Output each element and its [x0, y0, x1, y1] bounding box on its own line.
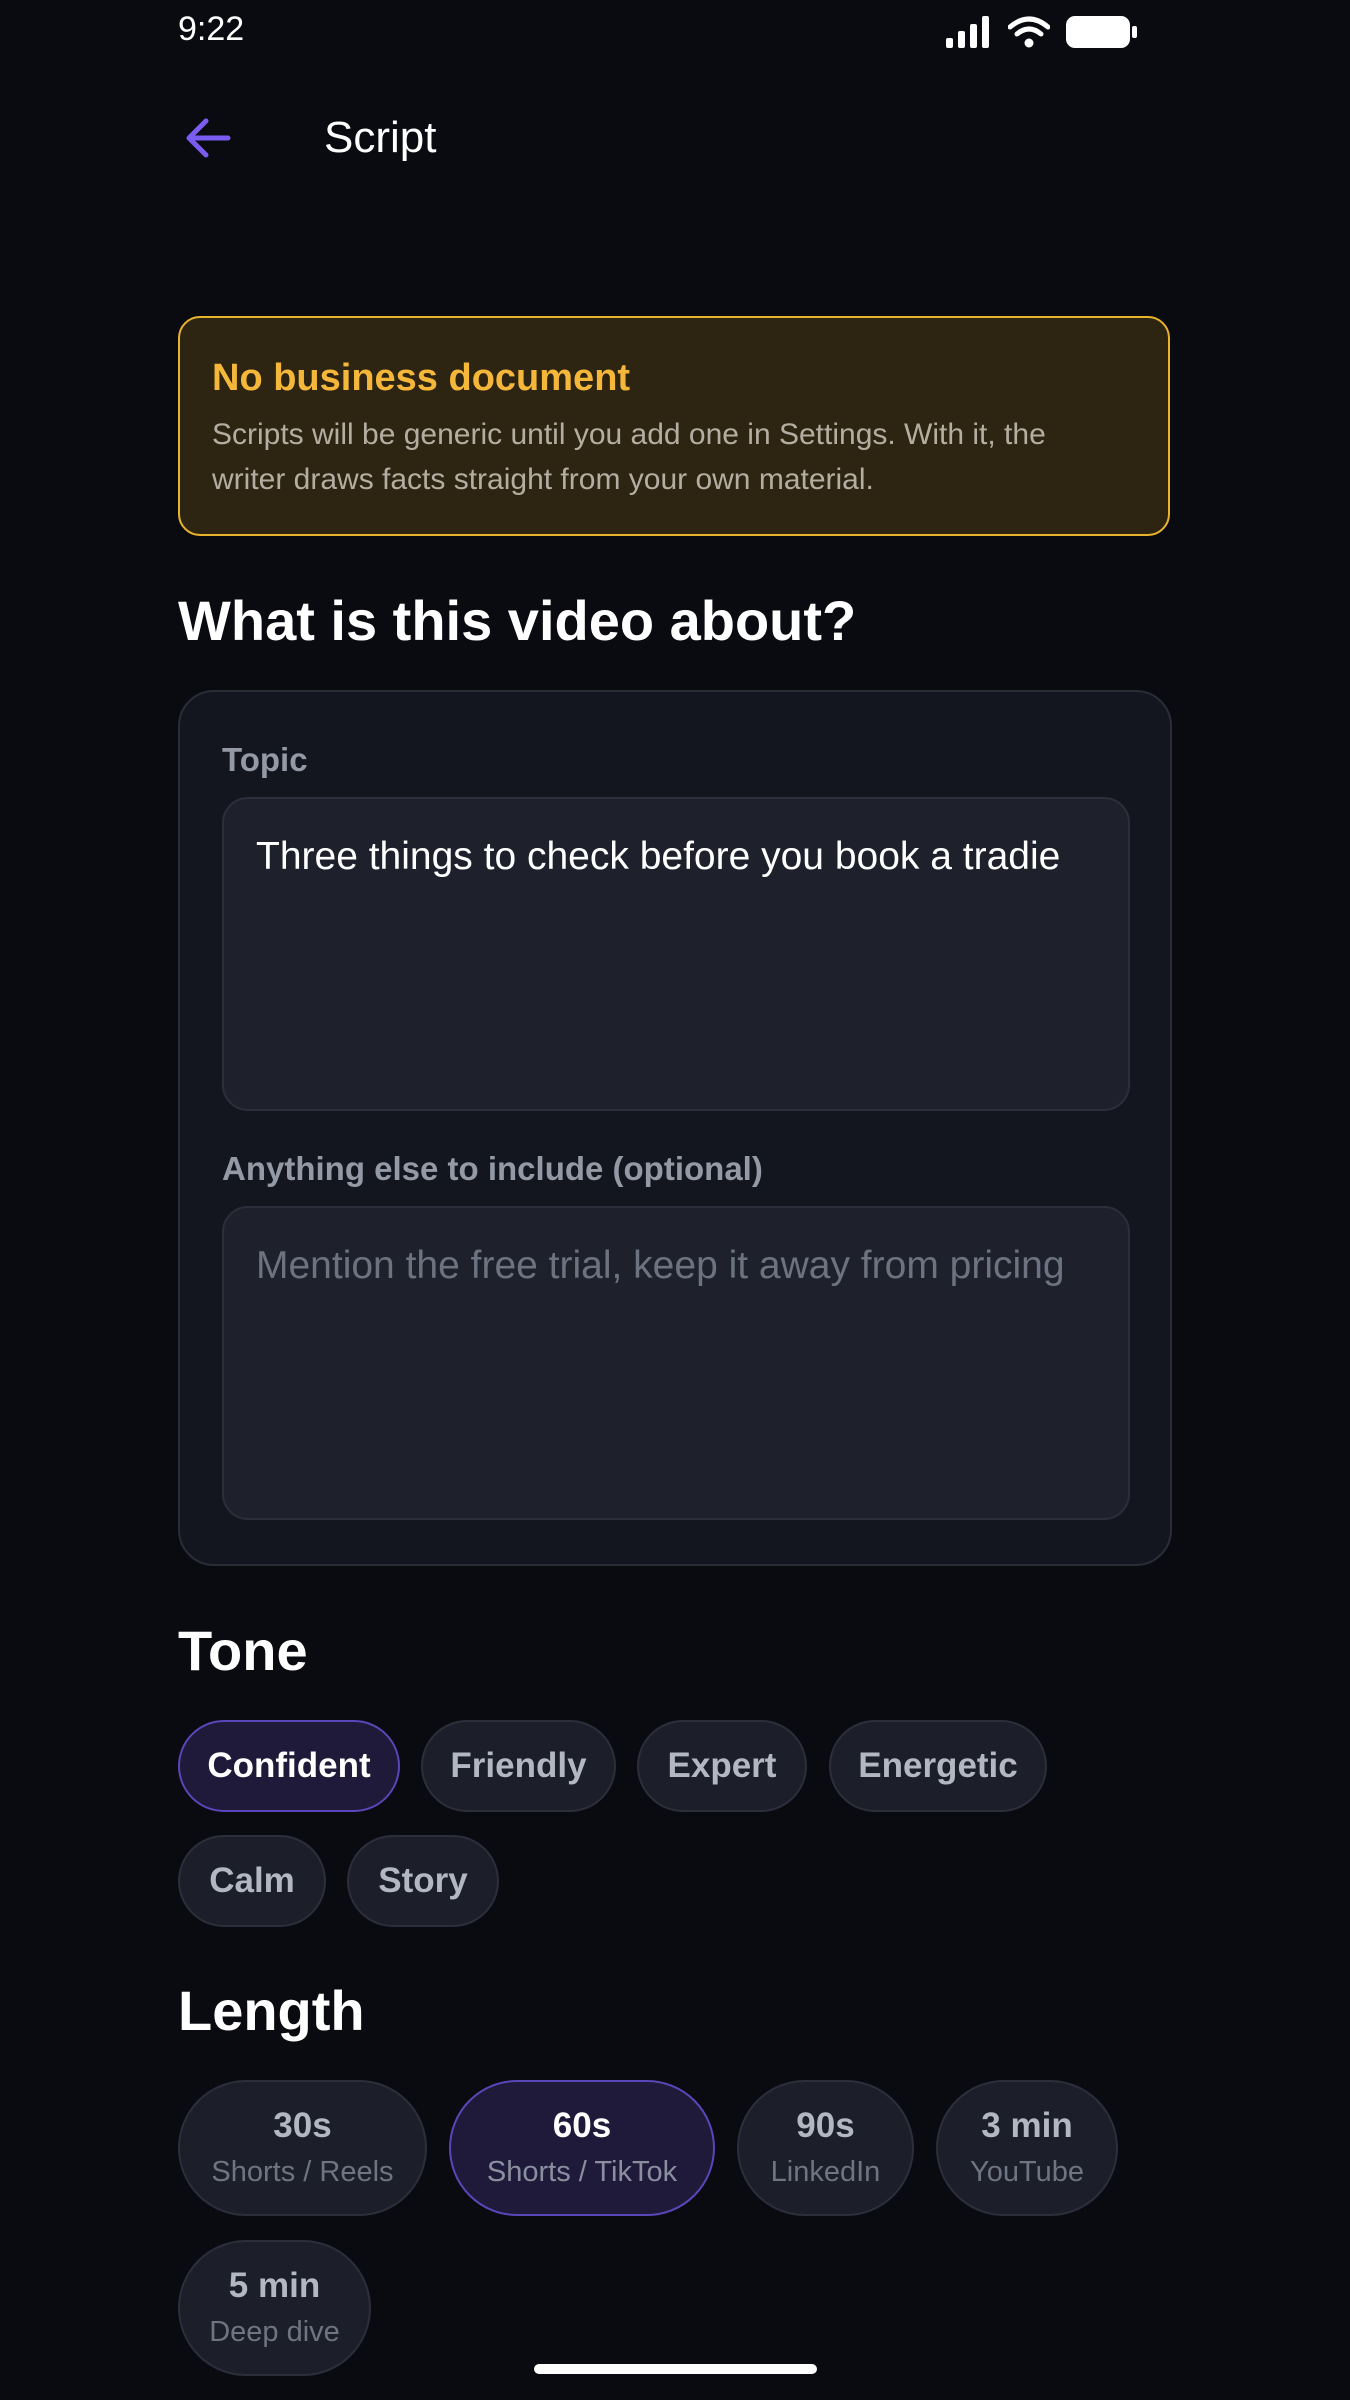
- tone-chip-energetic[interactable]: Energetic: [829, 1720, 1047, 1812]
- battery-icon: [1066, 16, 1137, 48]
- tone-chip-friendly[interactable]: Friendly: [421, 1720, 616, 1812]
- tone-chip-story[interactable]: Story: [347, 1835, 499, 1927]
- status-bar: 9:22: [0, 0, 1350, 62]
- length-value: 30s: [273, 2106, 332, 2145]
- warning-title: No business document: [212, 357, 631, 399]
- arrow-left-icon: [186, 118, 231, 158]
- status-icons: [946, 12, 1138, 52]
- tone-chip-confident[interactable]: Confident: [178, 1720, 400, 1812]
- page-title: Script: [324, 113, 437, 162]
- tone-chip-calm[interactable]: Calm: [178, 1835, 326, 1927]
- tone-heading: Tone: [178, 1619, 308, 1682]
- length-value: 90s: [796, 2106, 855, 2145]
- home-indicator[interactable]: [534, 2364, 817, 2374]
- warning-text-line-1: Scripts will be generic until you add on…: [212, 418, 1046, 451]
- extra-field[interactable]: [222, 1206, 1130, 1520]
- length-value: 60s: [552, 2106, 612, 2145]
- topic-label: Topic: [222, 741, 308, 778]
- length-option-60s[interactable]: 60s Shorts / TikTok: [449, 2080, 715, 2216]
- length-sub: Shorts / TikTok: [486, 2156, 678, 2188]
- about-heading: What is this video about?: [178, 589, 857, 652]
- length-option-90s[interactable]: 90s LinkedIn: [737, 2080, 914, 2216]
- length-sub: Shorts / Reels: [211, 2156, 394, 2188]
- length-value: 3 min: [981, 2106, 1073, 2145]
- back-button[interactable]: [170, 100, 246, 176]
- signal-icon: [946, 16, 989, 48]
- warning-text-line-2: writer draws facts straight from your ow…: [212, 463, 874, 496]
- warning-banner: No business document Scripts will be gen…: [178, 316, 1170, 536]
- length-option-30s[interactable]: 30s Shorts / Reels: [178, 2080, 427, 2216]
- tone-chip-expert[interactable]: Expert: [637, 1720, 807, 1812]
- length-option-3min[interactable]: 3 min YouTube: [936, 2080, 1118, 2216]
- topic-field[interactable]: Three things to check before you book a …: [222, 797, 1130, 1111]
- length-option-5min[interactable]: 5 min Deep dive: [178, 2240, 371, 2376]
- length-heading: Length: [178, 1979, 365, 2042]
- length-value: 5 min: [228, 2266, 321, 2305]
- extra-label: Anything else to include (optional): [222, 1150, 763, 1187]
- status-time: 9:22: [178, 10, 245, 48]
- length-sub: LinkedIn: [770, 2156, 881, 2188]
- length-sub: YouTube: [970, 2156, 1084, 2188]
- wifi-icon: [1008, 16, 1050, 48]
- warning-text: Scripts will be generic until you add on…: [212, 412, 1136, 502]
- length-sub: Deep dive: [209, 2316, 340, 2348]
